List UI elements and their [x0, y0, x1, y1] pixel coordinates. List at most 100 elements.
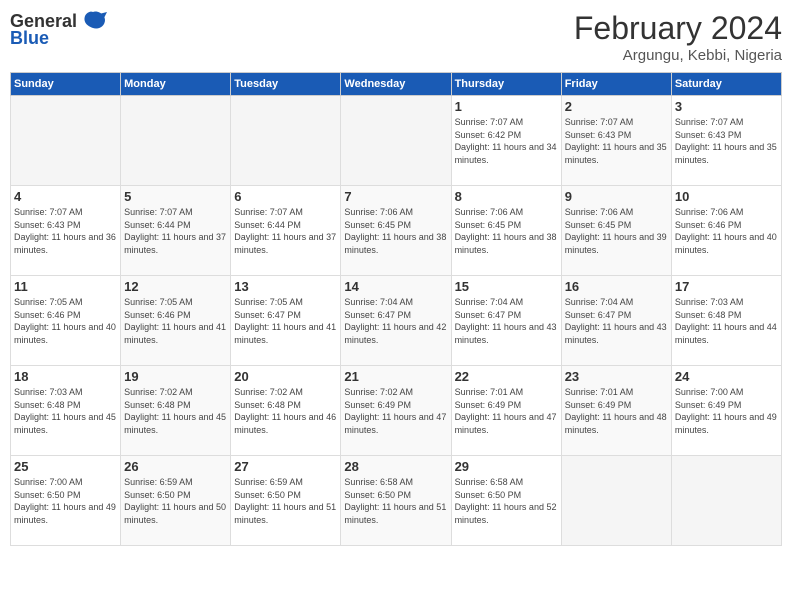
day-info: Sunrise: 7:01 AMSunset: 6:49 PMDaylight:…	[455, 386, 558, 436]
calendar-cell: 15 Sunrise: 7:04 AMSunset: 6:47 PMDayligh…	[451, 276, 561, 366]
day-info: Sunrise: 7:07 AMSunset: 6:44 PMDaylight:…	[124, 206, 227, 256]
calendar-cell: 28 Sunrise: 6:58 AMSunset: 6:50 PMDayligh…	[341, 456, 451, 546]
logo-blue: Blue	[10, 28, 49, 49]
subtitle: Argungu, Kebbi, Nigeria	[574, 47, 782, 64]
page-container: General Blue February 2024 Argungu, Kebb…	[0, 0, 792, 612]
day-number: 7	[344, 189, 447, 204]
calendar-cell: 13 Sunrise: 7:05 AMSunset: 6:47 PMDayligh…	[231, 276, 341, 366]
day-info: Sunrise: 7:00 AMSunset: 6:49 PMDaylight:…	[675, 386, 778, 436]
calendar-cell: 27 Sunrise: 6:59 AMSunset: 6:50 PMDayligh…	[231, 456, 341, 546]
col-wednesday: Wednesday	[341, 73, 451, 96]
calendar-cell: 12Sunrise: 7:05 AMSunset: 6:46 PMDayligh…	[121, 276, 231, 366]
col-saturday: Saturday	[671, 73, 781, 96]
day-number: 18	[14, 369, 117, 384]
calendar-cell: 9 Sunrise: 7:06 AMSunset: 6:45 PMDaylight…	[561, 186, 671, 276]
day-number: 5	[124, 189, 227, 204]
day-number: 9	[565, 189, 668, 204]
day-number: 28	[344, 459, 447, 474]
calendar-cell	[341, 96, 451, 186]
calendar-cell: 4 Sunrise: 7:07 AMSunset: 6:43 PMDaylight…	[11, 186, 121, 276]
calendar-cell: 18 Sunrise: 7:03 AMSunset: 6:48 PMDayligh…	[11, 366, 121, 456]
calendar-cell: 26 Sunrise: 6:59 AMSunset: 6:50 PMDayligh…	[121, 456, 231, 546]
day-number: 10	[675, 189, 778, 204]
day-number: 15	[455, 279, 558, 294]
day-number: 24	[675, 369, 778, 384]
calendar-cell: 7Sunrise: 7:06 AMSunset: 6:45 PMDaylight…	[341, 186, 451, 276]
day-info: Sunrise: 7:03 AMSunset: 6:48 PMDaylight:…	[675, 296, 778, 346]
calendar-cell: 10 Sunrise: 7:06 AMSunset: 6:46 PMDayligh…	[671, 186, 781, 276]
day-number: 12	[124, 279, 227, 294]
week-row-1: 4 Sunrise: 7:07 AMSunset: 6:43 PMDaylight…	[11, 186, 782, 276]
day-info: Sunrise: 7:07 AMSunset: 6:44 PMDaylight:…	[234, 206, 337, 256]
day-number: 2	[565, 99, 668, 114]
calendar-cell: 5 Sunrise: 7:07 AMSunset: 6:44 PMDaylight…	[121, 186, 231, 276]
calendar-cell: 23 Sunrise: 7:01 AMSunset: 6:49 PMDayligh…	[561, 366, 671, 456]
day-number: 26	[124, 459, 227, 474]
logo-icon	[79, 10, 107, 32]
day-number: 29	[455, 459, 558, 474]
calendar-cell: 25Sunrise: 7:00 AMSunset: 6:50 PMDayligh…	[11, 456, 121, 546]
calendar-cell	[231, 96, 341, 186]
day-info: Sunrise: 7:07 AMSunset: 6:43 PMDaylight:…	[14, 206, 117, 256]
calendar-cell	[561, 456, 671, 546]
day-number: 23	[565, 369, 668, 384]
calendar-table: Sunday Monday Tuesday Wednesday Thursday…	[10, 72, 782, 546]
calendar-cell: 19 Sunrise: 7:02 AMSunset: 6:48 PMDayligh…	[121, 366, 231, 456]
calendar-cell: 17 Sunrise: 7:03 AMSunset: 6:48 PMDayligh…	[671, 276, 781, 366]
calendar-cell: 22 Sunrise: 7:01 AMSunset: 6:49 PMDayligh…	[451, 366, 561, 456]
day-info: Sunrise: 7:02 AMSunset: 6:48 PMDaylight:…	[124, 386, 227, 436]
day-number: 16	[565, 279, 668, 294]
day-info: Sunrise: 7:07 AMSunset: 6:43 PMDaylight:…	[675, 116, 778, 166]
day-number: 19	[124, 369, 227, 384]
col-monday: Monday	[121, 73, 231, 96]
day-info: Sunrise: 7:07 AMSunset: 6:42 PMDaylight:…	[455, 116, 558, 166]
col-tuesday: Tuesday	[231, 73, 341, 96]
day-number: 21	[344, 369, 447, 384]
day-number: 6	[234, 189, 337, 204]
week-row-2: 11 Sunrise: 7:05 AMSunset: 6:46 PMDayligh…	[11, 276, 782, 366]
day-number: 13	[234, 279, 337, 294]
day-info: Sunrise: 7:06 AMSunset: 6:45 PMDaylight:…	[565, 206, 668, 256]
calendar-cell: 14 Sunrise: 7:04 AMSunset: 6:47 PMDayligh…	[341, 276, 451, 366]
day-info: Sunrise: 7:04 AMSunset: 6:47 PMDaylight:…	[344, 296, 447, 346]
day-info: Sunrise: 7:06 AMSunset: 6:46 PMDaylight:…	[675, 206, 778, 256]
day-number: 1	[455, 99, 558, 114]
col-thursday: Thursday	[451, 73, 561, 96]
day-info: Sunrise: 6:59 AMSunset: 6:50 PMDaylight:…	[124, 476, 227, 526]
day-info: Sunrise: 7:01 AMSunset: 6:49 PMDaylight:…	[565, 386, 668, 436]
day-number: 11	[14, 279, 117, 294]
week-row-3: 18 Sunrise: 7:03 AMSunset: 6:48 PMDayligh…	[11, 366, 782, 456]
week-row-0: 1 Sunrise: 7:07 AMSunset: 6:42 PMDaylight…	[11, 96, 782, 186]
day-info: Sunrise: 7:05 AMSunset: 6:46 PMDaylight:…	[14, 296, 117, 346]
day-number: 17	[675, 279, 778, 294]
day-info: Sunrise: 7:04 AMSunset: 6:47 PMDaylight:…	[455, 296, 558, 346]
day-info: Sunrise: 6:58 AMSunset: 6:50 PMDaylight:…	[455, 476, 558, 526]
calendar-cell	[11, 96, 121, 186]
calendar-cell: 1 Sunrise: 7:07 AMSunset: 6:42 PMDaylight…	[451, 96, 561, 186]
week-row-4: 25Sunrise: 7:00 AMSunset: 6:50 PMDayligh…	[11, 456, 782, 546]
day-number: 20	[234, 369, 337, 384]
day-number: 25	[14, 459, 117, 474]
day-info: Sunrise: 6:58 AMSunset: 6:50 PMDaylight:…	[344, 476, 447, 526]
day-number: 4	[14, 189, 117, 204]
calendar-cell: 6 Sunrise: 7:07 AMSunset: 6:44 PMDaylight…	[231, 186, 341, 276]
title-block: February 2024 Argungu, Kebbi, Nigeria	[574, 10, 782, 64]
calendar-cell: 8Sunrise: 7:06 AMSunset: 6:45 PMDaylight…	[451, 186, 561, 276]
day-info: Sunrise: 6:59 AMSunset: 6:50 PMDaylight:…	[234, 476, 337, 526]
calendar-cell: 3 Sunrise: 7:07 AMSunset: 6:43 PMDaylight…	[671, 96, 781, 186]
day-info: Sunrise: 7:07 AMSunset: 6:43 PMDaylight:…	[565, 116, 668, 166]
calendar-cell: 2 Sunrise: 7:07 AMSunset: 6:43 PMDaylight…	[561, 96, 671, 186]
day-info: Sunrise: 7:06 AMSunset: 6:45 PMDaylight:…	[455, 206, 558, 256]
day-number: 14	[344, 279, 447, 294]
day-number: 27	[234, 459, 337, 474]
day-info: Sunrise: 7:03 AMSunset: 6:48 PMDaylight:…	[14, 386, 117, 436]
day-info: Sunrise: 7:02 AMSunset: 6:48 PMDaylight:…	[234, 386, 337, 436]
day-info: Sunrise: 7:05 AMSunset: 6:47 PMDaylight:…	[234, 296, 337, 346]
col-sunday: Sunday	[11, 73, 121, 96]
calendar-cell: 21Sunrise: 7:02 AMSunset: 6:49 PMDayligh…	[341, 366, 451, 456]
calendar-cell: 29 Sunrise: 6:58 AMSunset: 6:50 PMDayligh…	[451, 456, 561, 546]
calendar-cell: 11 Sunrise: 7:05 AMSunset: 6:46 PMDayligh…	[11, 276, 121, 366]
day-number: 22	[455, 369, 558, 384]
col-friday: Friday	[561, 73, 671, 96]
day-number: 3	[675, 99, 778, 114]
